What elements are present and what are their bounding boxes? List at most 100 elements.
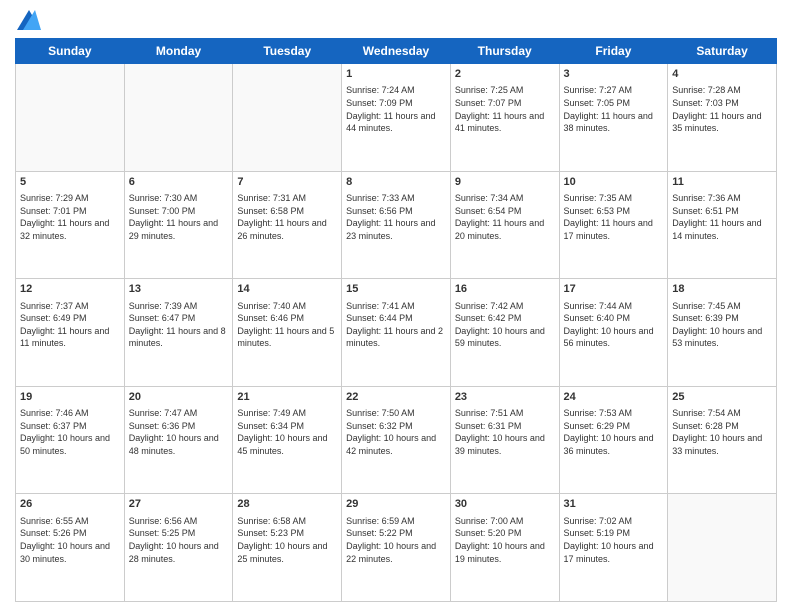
- day-number: 26: [20, 497, 120, 512]
- day-info: Sunrise: 7:35 AM Sunset: 6:53 PM Dayligh…: [564, 192, 664, 242]
- day-info: Sunrise: 7:31 AM Sunset: 6:58 PM Dayligh…: [237, 192, 337, 242]
- day-number: 16: [455, 282, 555, 297]
- day-info: Sunrise: 7:25 AM Sunset: 7:07 PM Dayligh…: [455, 84, 555, 134]
- week-row-0: 1 Sunrise: 7:24 AM Sunset: 7:09 PM Daylig…: [16, 64, 777, 172]
- day-info: Sunrise: 7:51 AM Sunset: 6:31 PM Dayligh…: [455, 407, 555, 457]
- day-number: 31: [564, 497, 664, 512]
- day-info: Sunrise: 7:29 AM Sunset: 7:01 PM Dayligh…: [20, 192, 120, 242]
- header: [15, 10, 777, 30]
- week-row-3: 19Sunrise: 7:46 AM Sunset: 6:37 PM Dayli…: [16, 386, 777, 494]
- weekday-header-row: SundayMondayTuesdayWednesdayThursdayFrid…: [16, 39, 777, 64]
- day-number: 12: [20, 282, 120, 297]
- day-info: Sunrise: 7:45 AM Sunset: 6:39 PM Dayligh…: [672, 300, 772, 350]
- day-number: 7: [237, 175, 337, 190]
- day-number: 9: [455, 175, 555, 190]
- day-info: Sunrise: 6:59 AM Sunset: 5:22 PM Dayligh…: [346, 515, 446, 565]
- day-info: Sunrise: 7:49 AM Sunset: 6:34 PM Dayligh…: [237, 407, 337, 457]
- calendar-cell: [668, 494, 777, 602]
- day-number: 20: [129, 390, 229, 405]
- day-number: 28: [237, 497, 337, 512]
- calendar-cell: [233, 64, 342, 172]
- calendar-cell: 13 Sunrise: 7:39 AM Sunset: 6:47 PM Dayli…: [124, 279, 233, 387]
- logo: [15, 10, 43, 30]
- day-info: Sunrise: 7:39 AM Sunset: 6:47 PM Dayligh…: [129, 300, 229, 350]
- day-number: 21: [237, 390, 337, 405]
- day-number: 1: [346, 67, 446, 82]
- weekday-header-sunday: Sunday: [16, 39, 125, 64]
- day-number: 15: [346, 282, 446, 297]
- calendar-cell: 19Sunrise: 7:46 AM Sunset: 6:37 PM Dayli…: [16, 386, 125, 494]
- day-number: 3: [564, 67, 664, 82]
- day-number: 29: [346, 497, 446, 512]
- day-number: 17: [564, 282, 664, 297]
- day-info: Sunrise: 7:54 AM Sunset: 6:28 PM Dayligh…: [672, 407, 772, 457]
- calendar-cell: 9Sunrise: 7:34 AM Sunset: 6:54 PM Daylig…: [450, 171, 559, 279]
- calendar-cell: 14 Sunrise: 7:40 AM Sunset: 6:46 PM Dayli…: [233, 279, 342, 387]
- calendar-cell: 17 Sunrise: 7:44 AM Sunset: 6:40 PM Dayli…: [559, 279, 668, 387]
- calendar-cell: 30Sunrise: 7:00 AM Sunset: 5:20 PM Dayli…: [450, 494, 559, 602]
- calendar-cell: 28 Sunrise: 6:58 AM Sunset: 5:23 PM Dayli…: [233, 494, 342, 602]
- calendar-cell: 27 Sunrise: 6:56 AM Sunset: 5:25 PM Dayli…: [124, 494, 233, 602]
- day-info: Sunrise: 6:56 AM Sunset: 5:25 PM Dayligh…: [129, 515, 229, 565]
- week-row-4: 26 Sunrise: 6:55 AM Sunset: 5:26 PM Dayli…: [16, 494, 777, 602]
- weekday-header-thursday: Thursday: [450, 39, 559, 64]
- day-info: Sunrise: 7:37 AM Sunset: 6:49 PM Dayligh…: [20, 300, 120, 350]
- week-row-2: 12 Sunrise: 7:37 AM Sunset: 6:49 PM Dayli…: [16, 279, 777, 387]
- day-info: Sunrise: 7:27 AM Sunset: 7:05 PM Dayligh…: [564, 84, 664, 134]
- calendar-cell: 16 Sunrise: 7:42 AM Sunset: 6:42 PM Dayli…: [450, 279, 559, 387]
- day-number: 13: [129, 282, 229, 297]
- day-number: 30: [455, 497, 555, 512]
- day-info: Sunrise: 7:42 AM Sunset: 6:42 PM Dayligh…: [455, 300, 555, 350]
- calendar-cell: 11 Sunrise: 7:36 AM Sunset: 6:51 PM Dayli…: [668, 171, 777, 279]
- day-number: 27: [129, 497, 229, 512]
- day-number: 22: [346, 390, 446, 405]
- day-info: Sunrise: 7:24 AM Sunset: 7:09 PM Dayligh…: [346, 84, 446, 134]
- calendar-cell: 5 Sunrise: 7:29 AM Sunset: 7:01 PM Daylig…: [16, 171, 125, 279]
- weekday-header-wednesday: Wednesday: [342, 39, 451, 64]
- calendar-cell: 26 Sunrise: 6:55 AM Sunset: 5:26 PM Dayli…: [16, 494, 125, 602]
- calendar-cell: 8Sunrise: 7:33 AM Sunset: 6:56 PM Daylig…: [342, 171, 451, 279]
- day-info: Sunrise: 7:30 AM Sunset: 7:00 PM Dayligh…: [129, 192, 229, 242]
- calendar-cell: 1 Sunrise: 7:24 AM Sunset: 7:09 PM Daylig…: [342, 64, 451, 172]
- logo-icon: [17, 10, 41, 30]
- day-info: Sunrise: 7:50 AM Sunset: 6:32 PM Dayligh…: [346, 407, 446, 457]
- day-number: 23: [455, 390, 555, 405]
- day-info: Sunrise: 7:44 AM Sunset: 6:40 PM Dayligh…: [564, 300, 664, 350]
- day-number: 5: [20, 175, 120, 190]
- weekday-header-tuesday: Tuesday: [233, 39, 342, 64]
- calendar-cell: [16, 64, 125, 172]
- day-number: 11: [672, 175, 772, 190]
- calendar-cell: 23 Sunrise: 7:51 AM Sunset: 6:31 PM Dayli…: [450, 386, 559, 494]
- calendar-cell: 29 Sunrise: 6:59 AM Sunset: 5:22 PM Dayli…: [342, 494, 451, 602]
- day-number: 19: [20, 390, 120, 405]
- weekday-header-monday: Monday: [124, 39, 233, 64]
- day-number: 14: [237, 282, 337, 297]
- calendar-cell: 20Sunrise: 7:47 AM Sunset: 6:36 PM Dayli…: [124, 386, 233, 494]
- day-number: 25: [672, 390, 772, 405]
- weekday-header-saturday: Saturday: [668, 39, 777, 64]
- calendar-cell: [124, 64, 233, 172]
- calendar-cell: 31 Sunrise: 7:02 AM Sunset: 5:19 PM Dayli…: [559, 494, 668, 602]
- calendar-cell: 22 Sunrise: 7:50 AM Sunset: 6:32 PM Dayli…: [342, 386, 451, 494]
- calendar-table: SundayMondayTuesdayWednesdayThursdayFrid…: [15, 38, 777, 602]
- calendar-cell: 21 Sunrise: 7:49 AM Sunset: 6:34 PM Dayli…: [233, 386, 342, 494]
- calendar-cell: 10 Sunrise: 7:35 AM Sunset: 6:53 PM Dayli…: [559, 171, 668, 279]
- day-info: Sunrise: 7:02 AM Sunset: 5:19 PM Dayligh…: [564, 515, 664, 565]
- day-info: Sunrise: 7:41 AM Sunset: 6:44 PM Dayligh…: [346, 300, 446, 350]
- day-info: Sunrise: 6:58 AM Sunset: 5:23 PM Dayligh…: [237, 515, 337, 565]
- calendar-cell: 7 Sunrise: 7:31 AM Sunset: 6:58 PM Daylig…: [233, 171, 342, 279]
- day-number: 2: [455, 67, 555, 82]
- day-info: Sunrise: 7:28 AM Sunset: 7:03 PM Dayligh…: [672, 84, 772, 134]
- calendar-cell: 18Sunrise: 7:45 AM Sunset: 6:39 PM Dayli…: [668, 279, 777, 387]
- calendar-cell: 24 Sunrise: 7:53 AM Sunset: 6:29 PM Dayli…: [559, 386, 668, 494]
- calendar-cell: 6Sunrise: 7:30 AM Sunset: 7:00 PM Daylig…: [124, 171, 233, 279]
- calendar-cell: 4Sunrise: 7:28 AM Sunset: 7:03 PM Daylig…: [668, 64, 777, 172]
- day-number: 24: [564, 390, 664, 405]
- day-info: Sunrise: 6:55 AM Sunset: 5:26 PM Dayligh…: [20, 515, 120, 565]
- calendar-cell: 25 Sunrise: 7:54 AM Sunset: 6:28 PM Dayli…: [668, 386, 777, 494]
- day-info: Sunrise: 7:40 AM Sunset: 6:46 PM Dayligh…: [237, 300, 337, 350]
- week-row-1: 5 Sunrise: 7:29 AM Sunset: 7:01 PM Daylig…: [16, 171, 777, 279]
- day-info: Sunrise: 7:53 AM Sunset: 6:29 PM Dayligh…: [564, 407, 664, 457]
- day-number: 10: [564, 175, 664, 190]
- day-info: Sunrise: 7:36 AM Sunset: 6:51 PM Dayligh…: [672, 192, 772, 242]
